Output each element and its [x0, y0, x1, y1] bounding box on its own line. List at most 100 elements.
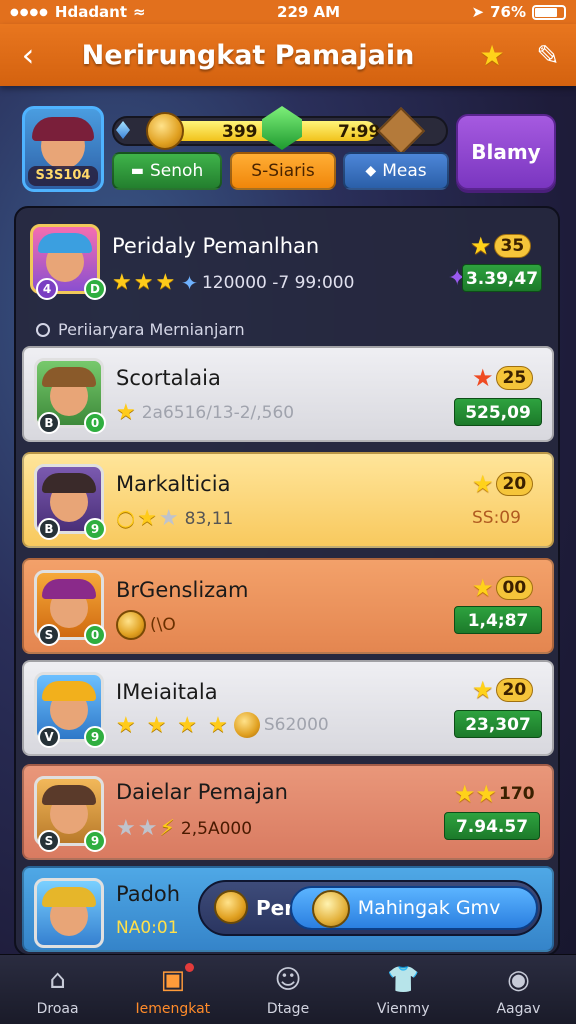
shield-icon: ◆: [365, 163, 377, 179]
score-value: SS:09: [472, 508, 521, 528]
list-item[interactable]: B 0 Scortalaia ★ 2a6516/13-2/,560 ★ 25 5…: [22, 346, 554, 442]
level-badge: V: [38, 726, 60, 748]
search-button-label: Senoh: [150, 161, 204, 181]
search-button[interactable]: ▬ Senoh: [112, 152, 222, 190]
signal-icon: ●●●●: [10, 6, 49, 18]
rank-badge: ★ 20: [472, 470, 534, 498]
level-badge: 0: [84, 624, 106, 646]
tab-label: Vienmy: [376, 1000, 430, 1017]
rank-badge: ★ 20: [472, 676, 534, 704]
player-stats-text: S62000: [263, 715, 329, 735]
play-button[interactable]: Blamy: [456, 114, 556, 190]
rank-value: 20: [495, 472, 534, 496]
star-icon: ★: [472, 470, 494, 498]
level-badge: S: [38, 830, 60, 852]
avatar-hat: [42, 785, 96, 805]
pill-label: Per: [256, 896, 295, 920]
edit-icon[interactable]: ✎: [520, 39, 576, 72]
score-value: 525,09: [454, 398, 542, 426]
player-stats: ★ 2a6516/13-2/,560: [116, 400, 294, 425]
player-name: BrGenslizam: [116, 578, 249, 602]
level-badge: 9: [84, 830, 106, 852]
featured-entry[interactable]: 4 D Peridaly Pemanlhan ★★★ ✦ 120000 -7 9…: [18, 216, 558, 306]
avatar-hat: [32, 117, 94, 141]
tab-label: Aagav: [496, 1000, 541, 1017]
player-stats-text: 120000 -7 99:000: [201, 272, 355, 293]
battery-percent: 76%: [490, 3, 526, 21]
carrier-name: Hdadant: [54, 3, 128, 21]
star-icon: ★: [472, 574, 494, 602]
rating-stars: ★★★: [112, 270, 178, 295]
money-icon: ▬: [130, 163, 145, 179]
coin-icon: [146, 112, 184, 150]
rank-value: 25: [495, 366, 534, 390]
level-badge: 0: [84, 412, 106, 434]
tab-label: Droaa: [36, 1000, 79, 1017]
tab-inventory[interactable]: 👕 Vienmy: [346, 955, 461, 1024]
back-arrow-icon[interactable]: ‹: [0, 36, 56, 74]
shirt-icon: 👕: [387, 964, 420, 995]
rank-value: 20: [495, 678, 534, 702]
player-name: Daielar Pemajan: [116, 780, 288, 804]
rating-stars: ★★⚡: [116, 816, 177, 841]
level-badge: B: [38, 518, 60, 540]
star-icon[interactable]: ★: [464, 39, 520, 72]
avatar-hat: [38, 233, 92, 253]
sparkle-icon: ✦: [181, 270, 198, 295]
player-avatar[interactable]: S3S104: [22, 106, 104, 192]
player-name: Scortalaia: [116, 366, 221, 390]
section-header: Periiaryara Mernianjarn: [36, 320, 245, 339]
tab-ranking[interactable]: ▣ Iemengkat: [115, 955, 230, 1024]
status-bar: ●●●● Hdadant ≈ 229 AM ➤ 76%: [0, 0, 576, 24]
signs-button[interactable]: S-Siaris: [230, 152, 336, 190]
level-badge: 9: [84, 726, 106, 748]
score-value: 7.94.57: [444, 812, 540, 840]
battery-icon: [531, 4, 566, 20]
bottom-tab-bar: ⌂ Droaa ▣ Iemengkat ☺ Dtage 👕 Vienmy ◉ A…: [0, 954, 576, 1024]
rating-stars: ★: [116, 400, 138, 425]
list-item[interactable]: S 9 Daielar Pemajan ★★⚡ 2,5A000 ★★ 170 7…: [22, 764, 554, 860]
rating-stars: ○★★: [116, 506, 181, 531]
avatar: [34, 878, 104, 948]
rank-badge: ★ 35: [470, 232, 532, 260]
action-pill: Per Mahingak Gmv: [198, 880, 542, 936]
list-item[interactable]: S 0 BrGenslizam (\O ★ 00 1,4;87: [22, 558, 554, 654]
player-name: Padoh: [116, 882, 181, 906]
level-badge: B: [38, 412, 60, 434]
player-name: Markalticia: [116, 472, 231, 496]
player-stats-text: (\O: [150, 615, 176, 635]
score-value: 3.39,47: [462, 264, 542, 292]
tab-label: Dtage: [266, 1000, 310, 1017]
tab-stage[interactable]: ☺ Dtage: [230, 955, 345, 1024]
notification-dot: [185, 963, 195, 972]
tab-label: Iemengkat: [135, 1000, 211, 1017]
rank-badge: ★ 25: [472, 364, 534, 392]
star-icon: ★★: [454, 780, 498, 808]
star-icon: ★: [472, 364, 494, 392]
avatar-hat: [42, 681, 96, 701]
status-time: 229 AM: [277, 3, 341, 21]
coin-icon: [116, 610, 146, 640]
player-stats-text: 2a6516/13-2/,560: [141, 402, 295, 423]
avatar-hat: [42, 887, 96, 907]
level-badge: 4: [36, 278, 58, 300]
star-icon: ★: [472, 676, 494, 704]
tab-home[interactable]: ⌂ Droaa: [0, 955, 115, 1024]
tab-profile[interactable]: ◉ Aagav: [461, 955, 576, 1024]
avatar-hat: [42, 579, 96, 599]
level-badge: S: [38, 624, 60, 646]
player-stats: ★★★ ✦ 120000 -7 99:000: [112, 270, 354, 295]
meas-button[interactable]: ◆ Meas: [343, 152, 449, 190]
list-item[interactable]: B 9 Markalticia ○★★ 83,11 ★ 20 SS:09: [22, 452, 554, 548]
player-stats: NA0:01: [116, 918, 179, 938]
list-item[interactable]: V 9 IMeiaitala ★ ★ ★ ★ S62000 ★ 20 23,30…: [22, 660, 554, 756]
level-badge: 9: [84, 518, 106, 540]
player-stats: (\O: [116, 610, 176, 640]
rank-value: 170: [499, 784, 535, 804]
coin-icon: [233, 712, 260, 738]
avatar-hat: [42, 473, 96, 493]
player-name: Peridaly Pemanlhan: [112, 234, 320, 258]
page-title: Nerirungkat Pamajain: [81, 39, 415, 71]
currency-left-value: 399: [222, 122, 258, 142]
rank-badge: ★★ 170: [454, 780, 535, 808]
